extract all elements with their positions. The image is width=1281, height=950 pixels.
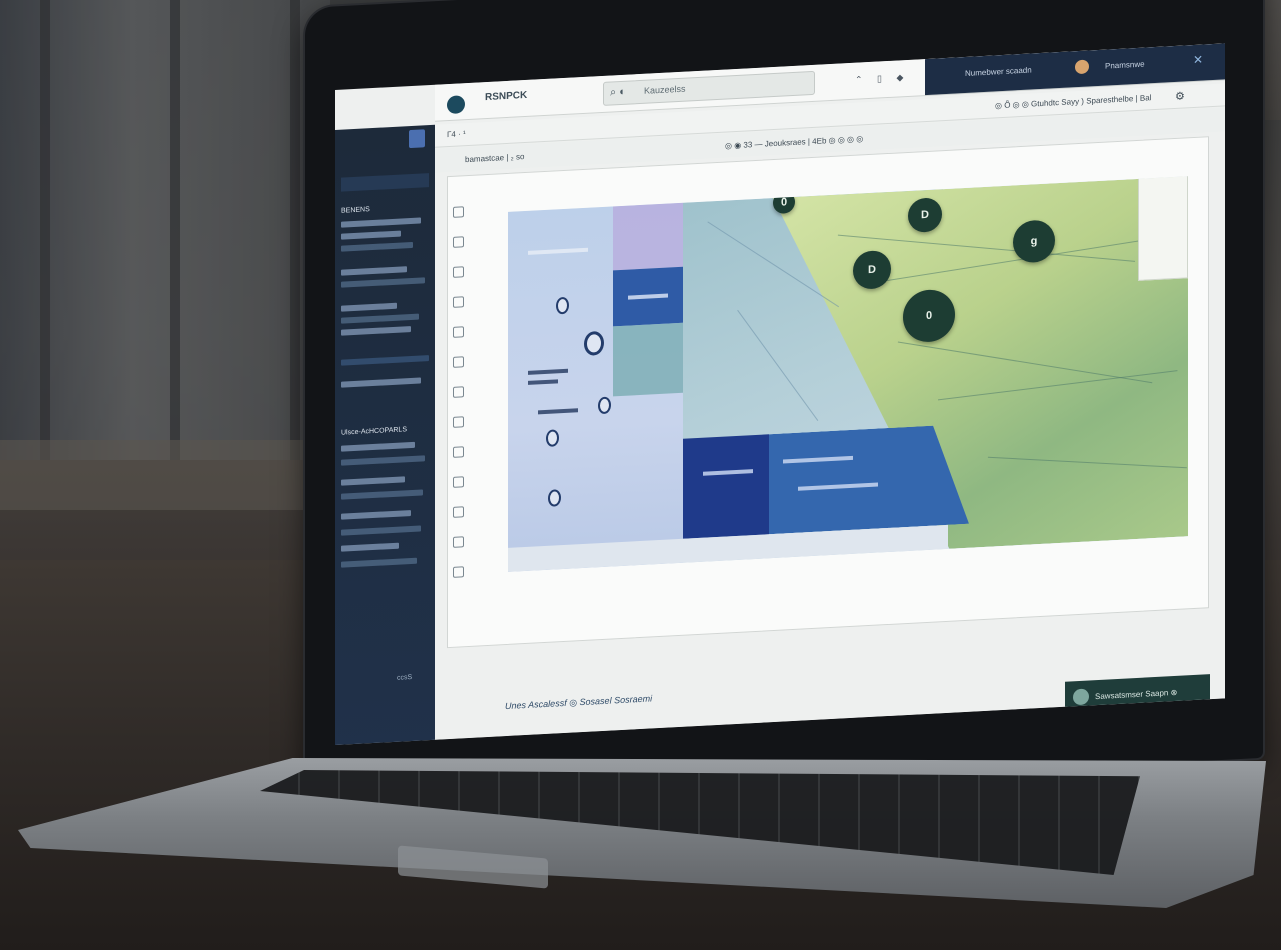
search-input[interactable]: ⌕ ◐ Kauzeelss	[603, 70, 815, 106]
vertical-toolbar	[448, 196, 468, 627]
tool-button[interactable]	[453, 476, 464, 488]
tool-button[interactable]	[453, 206, 464, 218]
globe-icon	[1073, 688, 1089, 706]
topbar-icons[interactable]: ⌃ ▯ ◆	[855, 72, 909, 86]
sidebar-item[interactable]	[341, 217, 421, 228]
tool-button[interactable]	[453, 266, 464, 278]
sidebar-item[interactable]	[341, 230, 401, 240]
search-input-text: Kauzeelss	[644, 83, 686, 96]
toolbar-right[interactable]: ◎ ◉ 33 — Jeouksraes | 4Eb ◎ ◎ ◎ ◎	[725, 134, 863, 150]
avatar[interactable]	[1075, 59, 1089, 75]
map-workspace: 0 D D g 0	[447, 136, 1209, 649]
map-region-teal	[613, 322, 683, 397]
tool-button[interactable]	[453, 446, 464, 458]
sidebar-header[interactable]	[341, 173, 429, 192]
footer-button-label: Sawsatsmser Saapn ⊗	[1095, 687, 1178, 701]
sidebar-item[interactable]	[341, 510, 411, 520]
app-brand: RSNPCK	[485, 89, 528, 104]
laptop-screen: BENENS Ulsce-AcHCOPARLS ccsS RSNPCK ⌕ ◐ …	[335, 43, 1225, 746]
tool-button[interactable]	[453, 416, 464, 428]
workspace-status-bar	[468, 578, 1203, 639]
footer-brand: Unes Ascalessf ◎ Sosasel Sosraemi	[505, 693, 653, 712]
tool-button[interactable]	[453, 506, 464, 518]
sidebar-item[interactable]	[341, 241, 413, 252]
sidebar-item[interactable]	[341, 525, 421, 536]
sidebar-item-active[interactable]	[341, 355, 429, 366]
sidebar-item[interactable]	[341, 266, 407, 276]
tool-button[interactable]	[453, 536, 464, 548]
tool-button[interactable]	[453, 566, 464, 578]
nav-left[interactable]: Γ4 · ¹	[447, 129, 466, 139]
sidebar-section-title: BENENS	[341, 206, 370, 215]
sidebar-item[interactable]	[341, 557, 417, 568]
panel-label: Numebwer scaadn	[965, 65, 1032, 78]
sidebar-item[interactable]	[341, 277, 425, 288]
nav-right[interactable]: ◎ Ȫ ◎ ◎ Gtuhdtc Sayy ) Sparesthelbe | Ba…	[995, 93, 1151, 110]
settings-icon[interactable]: ⚙	[1175, 89, 1185, 103]
sidebar-item[interactable]	[341, 377, 421, 388]
panel-label-right: Pnamsnwe	[1105, 59, 1145, 71]
sidebar-item[interactable]	[341, 455, 425, 466]
tool-button[interactable]	[453, 326, 464, 338]
sidebar: BENENS Ulsce-AcHCOPARLS ccsS	[335, 124, 435, 746]
sidebar-item[interactable]	[341, 542, 399, 552]
map-info-panel[interactable]	[683, 434, 769, 539]
close-icon[interactable]: ✕	[1193, 53, 1203, 68]
tool-button[interactable]	[453, 386, 464, 398]
toolbar-left[interactable]: bamastcae | ₂ so	[465, 152, 524, 164]
sidebar-footer: ccsS	[397, 673, 413, 682]
sidebar-logo	[409, 129, 425, 149]
search-icon: ⌕ ◐	[610, 85, 626, 99]
map-region-purple	[613, 202, 683, 271]
tool-button[interactable]	[453, 356, 464, 368]
sidebar-section-title: Ulsce-AcHCOPARLS	[341, 426, 407, 437]
sidebar-item[interactable]	[341, 441, 415, 452]
sidebar-item[interactable]	[341, 302, 397, 312]
sidebar-item[interactable]	[341, 326, 411, 336]
map-legend-card[interactable]	[1138, 176, 1188, 281]
tool-button[interactable]	[453, 236, 464, 248]
map-view[interactable]: 0 D D g 0	[508, 176, 1188, 572]
sidebar-item[interactable]	[341, 313, 419, 324]
sidebar-item[interactable]	[341, 476, 405, 486]
background-window	[0, 0, 330, 460]
app-logo-icon[interactable]	[447, 95, 465, 115]
tool-button[interactable]	[453, 296, 464, 308]
sidebar-item[interactable]	[341, 489, 423, 500]
